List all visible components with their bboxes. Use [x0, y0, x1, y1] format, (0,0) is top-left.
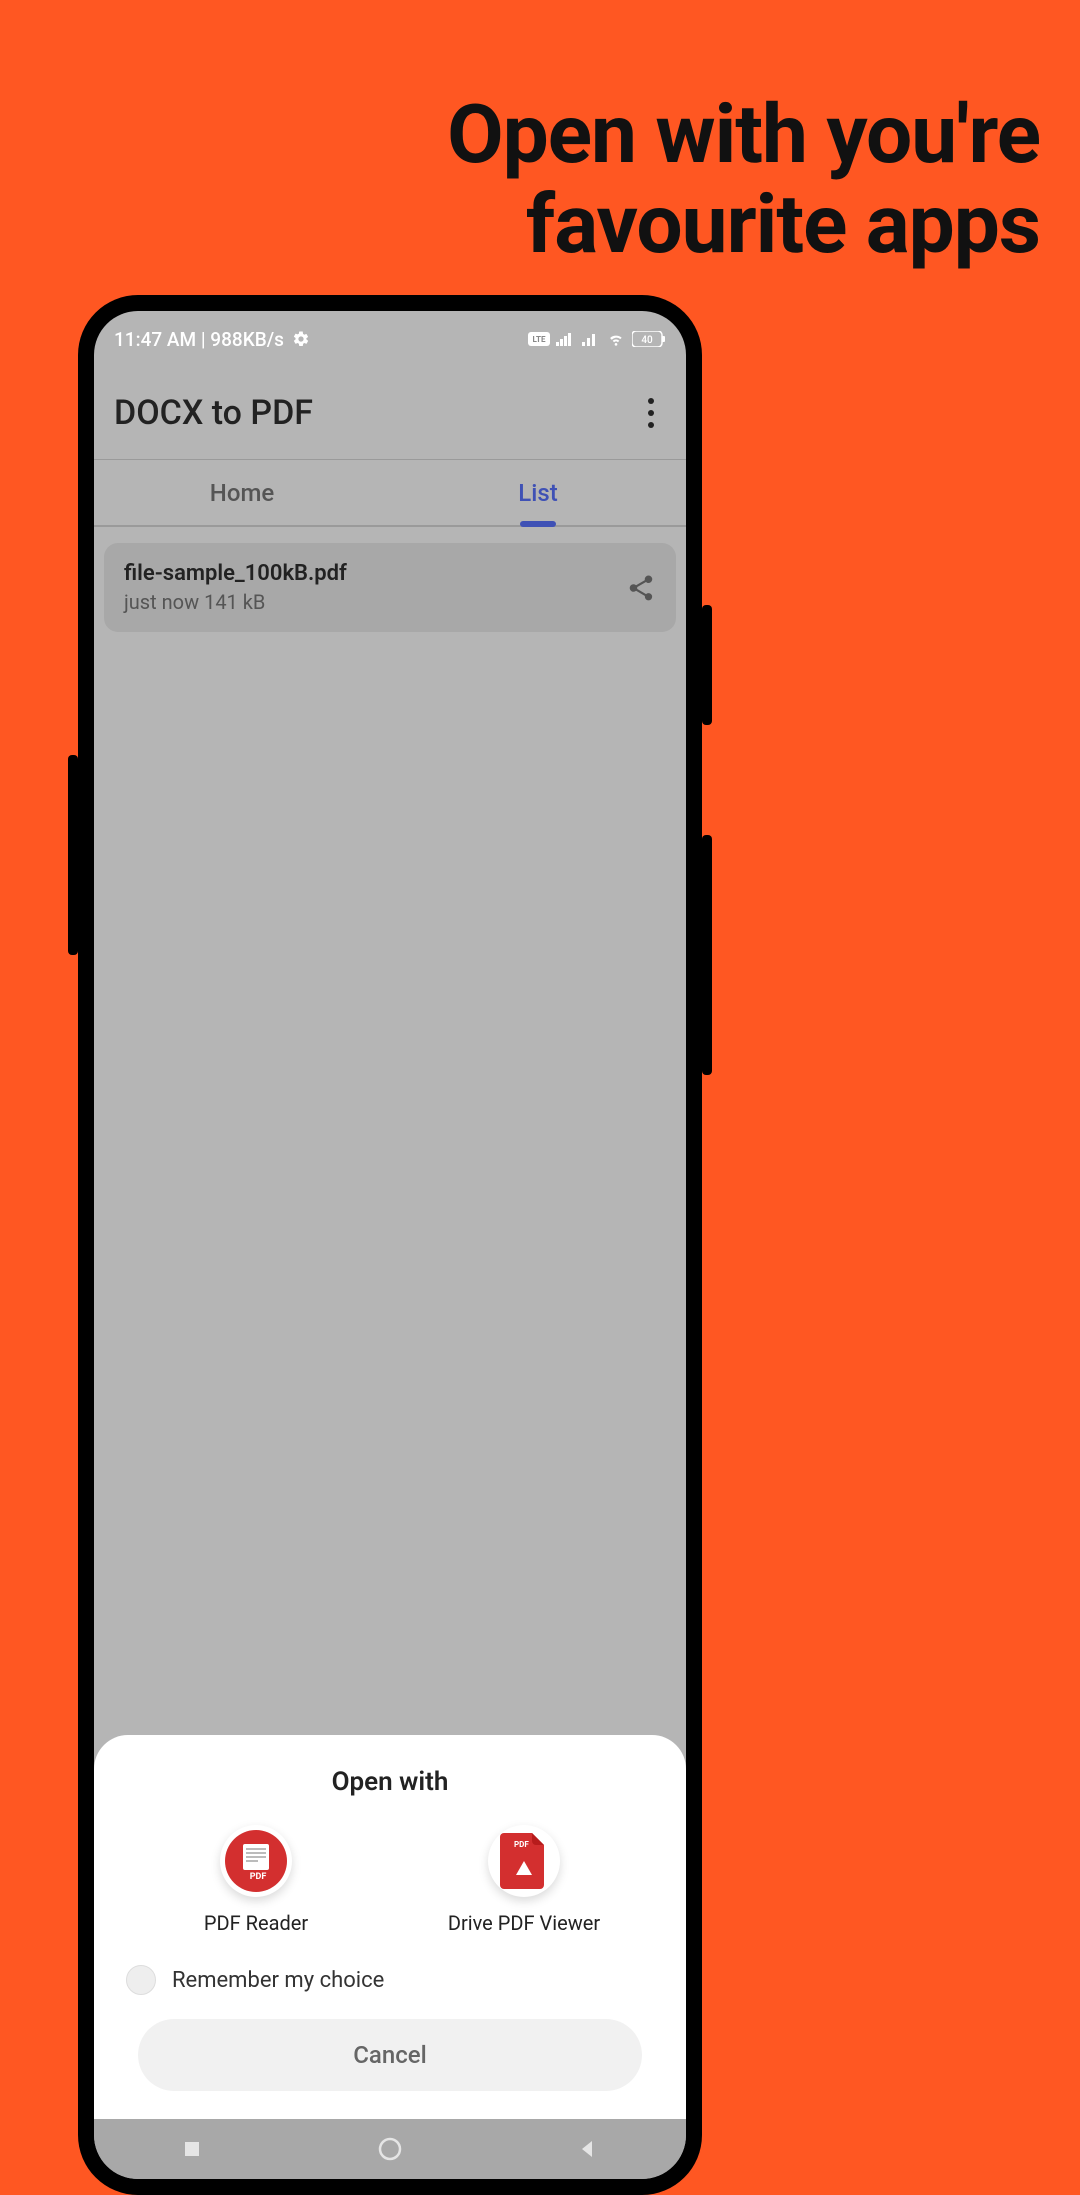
network-icon	[556, 332, 576, 346]
tab-list-label: List	[518, 479, 557, 507]
pdf-reader-icon: PDF	[220, 1825, 292, 1897]
system-nav-bar	[94, 2119, 686, 2179]
pdf-reader-label: PDF Reader	[204, 1911, 308, 1935]
overflow-menu-button[interactable]	[636, 393, 666, 433]
status-bar: 11:47 AM | 988KB/s LTE 40	[94, 311, 686, 367]
battery-icon: 40	[632, 331, 666, 347]
recents-button[interactable]	[180, 2137, 204, 2161]
cancel-button[interactable]: Cancel	[138, 2019, 642, 2091]
sheet-title: Open with	[122, 1767, 658, 1797]
volume-button	[68, 755, 78, 955]
wifi-icon	[606, 331, 626, 347]
phone-screen: 11:47 AM | 988KB/s LTE 40 DOCX to PDF Ho…	[94, 311, 686, 2179]
svg-text:PDF: PDF	[514, 1840, 529, 1849]
tab-list[interactable]: List	[390, 460, 686, 525]
drive-pdf-label: Drive PDF Viewer	[448, 1911, 600, 1935]
cancel-button-label: Cancel	[353, 2041, 426, 2069]
app-options: PDF PDF Reader PDF Drive PDF Viewer	[122, 1825, 658, 1935]
gear-icon	[292, 330, 310, 348]
app-option-pdf-reader[interactable]: PDF PDF Reader	[156, 1825, 356, 1935]
phone-frame: 11:47 AM | 988KB/s LTE 40 DOCX to PDF Ho…	[78, 295, 702, 2195]
app-title: DOCX to PDF	[114, 393, 313, 433]
file-item[interactable]: file-sample_100kB.pdf just now 141 kB	[104, 543, 676, 632]
svg-text:PDF: PDF	[250, 1872, 267, 1882]
open-with-sheet: Open with PDF PDF Reader PDF Drive PDF V…	[94, 1735, 686, 2119]
side-button-2	[702, 835, 712, 1075]
tab-home-label: Home	[210, 479, 274, 507]
app-bar: DOCX to PDF	[94, 367, 686, 459]
file-meta: just now 141 kB	[124, 590, 347, 614]
battery-level-text: 40	[641, 335, 653, 346]
back-button[interactable]	[576, 2137, 600, 2161]
remember-choice-radio[interactable]	[126, 1965, 156, 1995]
side-button-1	[702, 605, 712, 725]
remember-choice-label: Remember my choice	[172, 1968, 384, 1993]
tab-bar: Home List	[94, 459, 686, 527]
file-name: file-sample_100kB.pdf	[124, 561, 347, 586]
file-info: file-sample_100kB.pdf just now 141 kB	[124, 561, 347, 614]
share-icon[interactable]	[626, 573, 656, 603]
svg-text:LTE: LTE	[533, 335, 546, 344]
promo-headline: Open with you're favourite apps	[180, 90, 1040, 270]
status-time-text: 11:47 AM | 988KB/s	[114, 328, 284, 351]
drive-pdf-icon: PDF	[488, 1825, 560, 1897]
status-bar-left: 11:47 AM | 988KB/s	[114, 328, 310, 351]
home-button[interactable]	[376, 2135, 404, 2163]
remember-choice-row[interactable]: Remember my choice	[126, 1965, 654, 1995]
volte-icon: LTE	[528, 332, 550, 346]
file-list: file-sample_100kB.pdf just now 141 kB	[94, 527, 686, 648]
tab-home[interactable]: Home	[94, 460, 390, 525]
app-option-drive-pdf[interactable]: PDF Drive PDF Viewer	[424, 1825, 624, 1935]
status-bar-right: LTE 40	[528, 331, 666, 347]
signal-icon	[582, 332, 600, 346]
